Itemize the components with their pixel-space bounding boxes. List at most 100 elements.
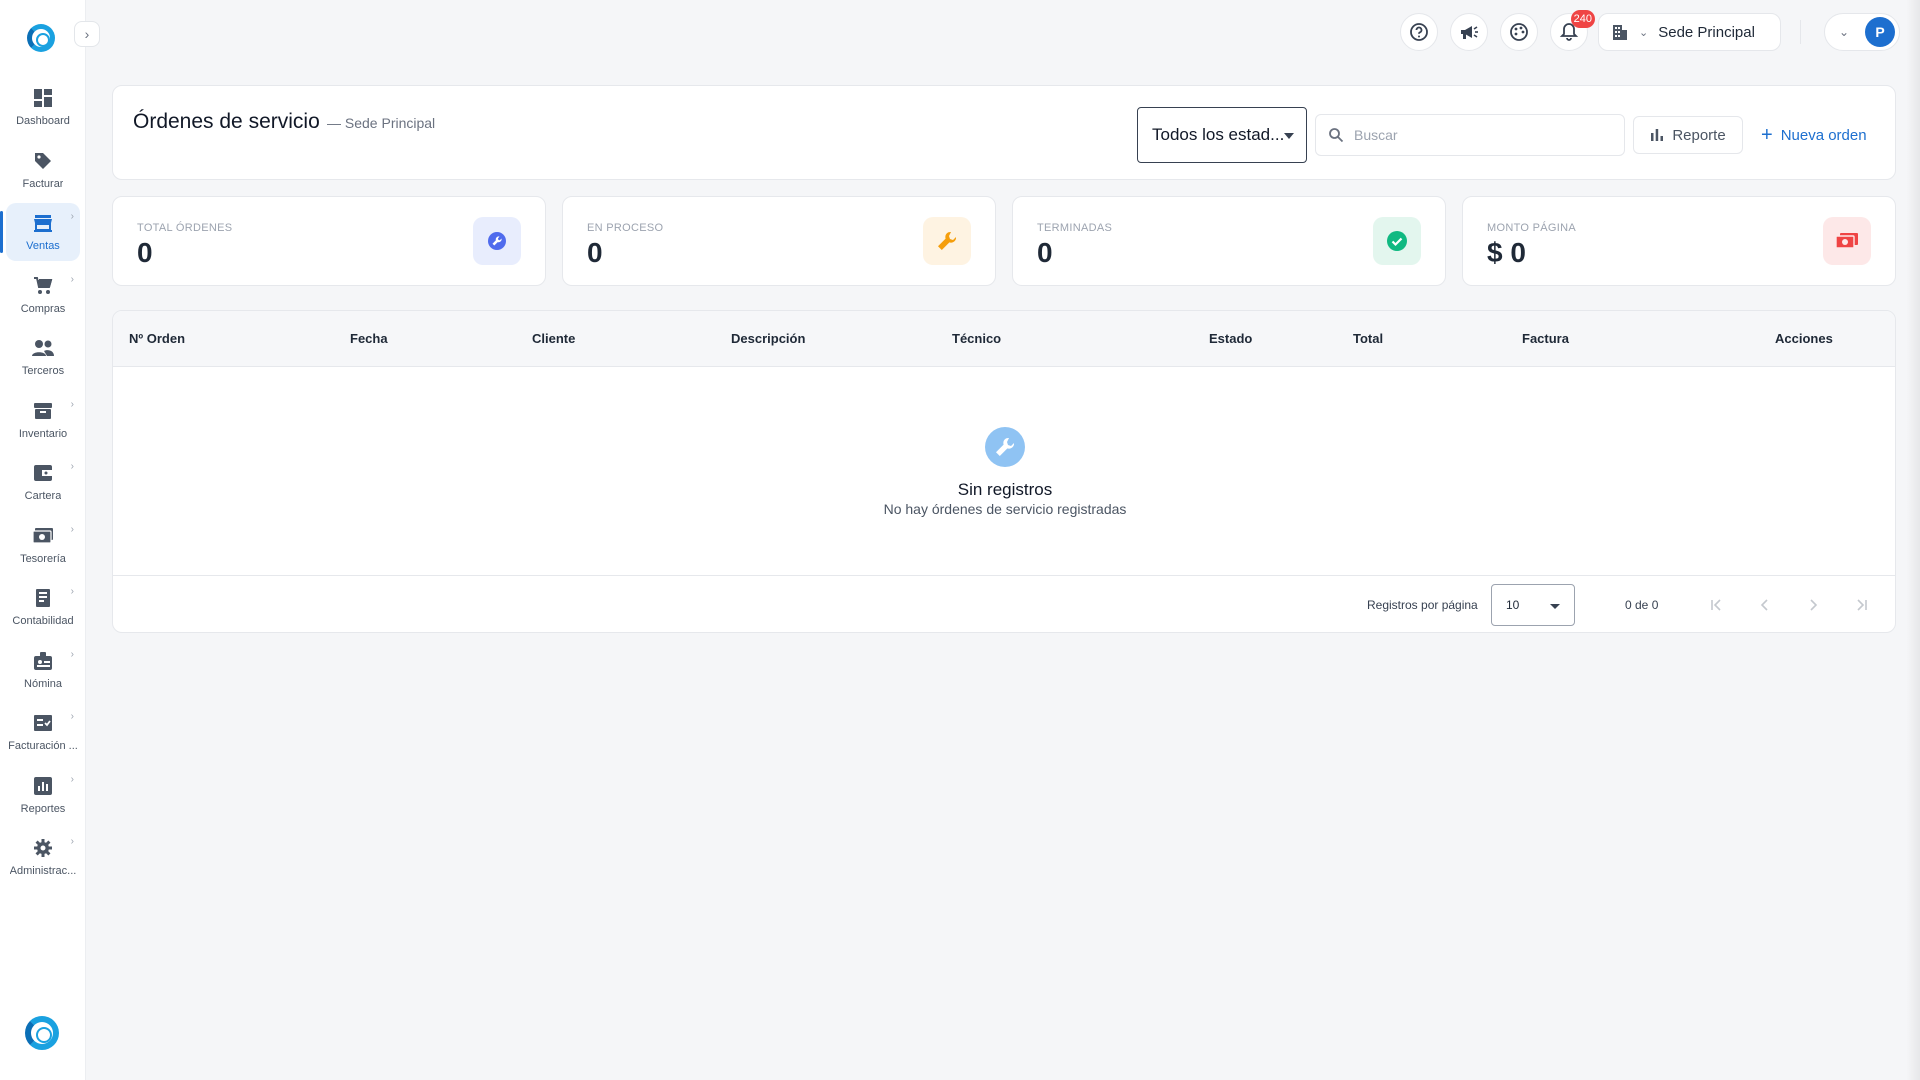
sidebar-item-label: Tesorería xyxy=(20,552,66,565)
column-header-acciones: Acciones xyxy=(1775,331,1833,346)
page-subtitle: — Sede Principal xyxy=(327,115,436,131)
stat-label: TOTAL ÓRDENES xyxy=(137,222,233,234)
chevron-left-icon xyxy=(1760,599,1768,611)
stat-label: TERMINADAS xyxy=(1037,222,1113,234)
check-circle-icon xyxy=(1373,217,1421,265)
cart-icon xyxy=(32,275,54,297)
announcements-button[interactable] xyxy=(1450,13,1488,51)
prev-page-button[interactable] xyxy=(1751,591,1779,619)
help-button[interactable] xyxy=(1400,13,1438,51)
table-pagination: Registros por página 10 0 de 0 xyxy=(113,575,1895,632)
sede-label: Sede Principal xyxy=(1658,23,1755,41)
sidebar-item-label: Administrac... xyxy=(9,865,77,877)
app-logo[interactable] xyxy=(27,24,55,52)
stat-label: EN PROCESO xyxy=(587,222,664,234)
sidebar-item-cartera[interactable]: Cartera › xyxy=(6,453,80,511)
sidebar-item-label: Contabilidad xyxy=(12,615,74,627)
megaphone-icon xyxy=(1461,26,1478,39)
sidebar-nav: Dashboard Facturar Ventas › Compras › Te… xyxy=(0,78,86,891)
sidebar-toggle-button[interactable]: › xyxy=(74,21,100,47)
sidebar-item-label: Reportes xyxy=(20,802,66,815)
chevron-right-icon: › xyxy=(70,523,74,535)
chevron-right-icon: › xyxy=(70,586,74,597)
chevron-right-icon: › xyxy=(70,211,74,222)
column-header-total[interactable]: Total xyxy=(1353,331,1383,346)
theme-button[interactable] xyxy=(1500,13,1538,51)
sidebar-item-compras[interactable]: Compras › xyxy=(6,266,80,324)
column-header-fecha[interactable]: Fecha xyxy=(350,331,388,346)
caret-down-icon xyxy=(1550,604,1560,609)
first-page-button[interactable] xyxy=(1703,591,1731,619)
chevron-right-icon: › xyxy=(70,773,74,785)
new-order-button[interactable]: + Nueva orden xyxy=(1761,116,1867,154)
column-header-cliente[interactable]: Cliente xyxy=(532,331,575,346)
app-logo-footer xyxy=(25,1016,59,1050)
sidebar-item-label: Cartera xyxy=(24,490,62,502)
first-page-icon xyxy=(1711,599,1721,611)
stat-card-terminadas: TERMINADAS 0 xyxy=(1012,196,1446,286)
ledger-icon xyxy=(32,587,54,609)
sidebar-item-facturacion[interactable]: Facturación ... › xyxy=(6,703,80,761)
chevron-down-icon: ⌄ xyxy=(1839,25,1850,39)
status-filter-select[interactable]: Todos los estad... xyxy=(1137,107,1307,163)
badge-icon xyxy=(32,650,54,672)
caret-down-icon xyxy=(1284,133,1294,139)
sidebar-item-inventario[interactable]: Inventario › xyxy=(6,391,80,449)
user-menu-button[interactable]: ⌄ P xyxy=(1824,13,1900,51)
archive-icon xyxy=(32,400,54,422)
sidebar-item-ventas[interactable]: Ventas › xyxy=(0,203,80,261)
people-icon xyxy=(32,337,54,359)
money-icon xyxy=(32,525,54,547)
sede-selector[interactable]: ⌄ Sede Principal xyxy=(1598,13,1781,51)
sidebar-item-label: Ventas xyxy=(26,240,60,252)
stat-card-monto: MONTO PÁGINA $ 0 xyxy=(1462,196,1896,286)
money-icon xyxy=(1823,217,1871,265)
sidebar-item-terceros[interactable]: Terceros xyxy=(6,328,80,386)
wallet-icon xyxy=(32,462,54,484)
store-icon xyxy=(32,212,54,234)
sidebar-item-label: Facturar xyxy=(22,177,64,190)
sidebar-item-label: Facturación ... xyxy=(8,740,78,752)
plus-icon: + xyxy=(1761,124,1773,146)
search-box[interactable] xyxy=(1315,114,1625,156)
sidebar-item-tesoreria[interactable]: Tesorería › xyxy=(6,516,80,574)
chevron-down-icon: ⌄ xyxy=(1639,26,1649,39)
chevron-right-icon: › xyxy=(70,398,74,410)
table-header: Nº Orden Fecha Cliente Descripción Técni… xyxy=(113,311,1895,367)
notifications-button[interactable]: 240 xyxy=(1550,10,1595,51)
window-edge-shadow xyxy=(1906,0,1920,1080)
sidebar-item-label: Inventario xyxy=(18,427,68,440)
sidebar-item-facturar[interactable]: Facturar xyxy=(6,141,80,199)
chevron-right-icon: › xyxy=(70,273,74,285)
chevron-right-icon xyxy=(1810,599,1818,611)
stat-value: 0 xyxy=(587,237,603,268)
stat-value: $ 0 xyxy=(1487,237,1526,268)
stat-value: 0 xyxy=(1037,237,1053,268)
chevron-right-icon: › xyxy=(84,26,90,42)
sidebar-item-contabilidad[interactable]: Contabilidad › xyxy=(6,578,80,636)
column-header-descripcion[interactable]: Descripción xyxy=(731,331,805,346)
sidebar-item-administracion[interactable]: Administrac... › xyxy=(6,828,80,886)
column-header-factura[interactable]: Factura xyxy=(1522,331,1569,346)
column-header-orden[interactable]: Nº Orden xyxy=(129,331,185,346)
help-icon xyxy=(1410,23,1428,41)
column-header-tecnico[interactable]: Técnico xyxy=(952,331,1001,346)
chevron-right-icon: › xyxy=(70,461,74,472)
report-button[interactable]: Reporte xyxy=(1633,116,1743,154)
search-input[interactable] xyxy=(1354,127,1594,143)
search-icon xyxy=(1329,128,1344,143)
next-page-button[interactable] xyxy=(1799,591,1827,619)
sidebar-item-dashboard[interactable]: Dashboard xyxy=(6,78,80,136)
sidebar-item-reportes[interactable]: Reportes › xyxy=(6,766,80,824)
sidebar-item-nomina[interactable]: Nómina › xyxy=(6,641,80,699)
dashboard-icon xyxy=(32,87,54,109)
rows-per-page-select[interactable]: 10 xyxy=(1491,584,1575,626)
building-icon xyxy=(1613,25,1627,40)
last-page-button[interactable] xyxy=(1847,591,1875,619)
topbar-divider xyxy=(1800,20,1801,44)
avatar: P xyxy=(1865,17,1895,47)
orders-table: Nº Orden Fecha Cliente Descripción Técni… xyxy=(112,310,1896,633)
column-header-estado[interactable]: Estado xyxy=(1209,331,1252,346)
stat-value: 0 xyxy=(137,237,153,268)
stat-label: MONTO PÁGINA xyxy=(1487,222,1576,234)
